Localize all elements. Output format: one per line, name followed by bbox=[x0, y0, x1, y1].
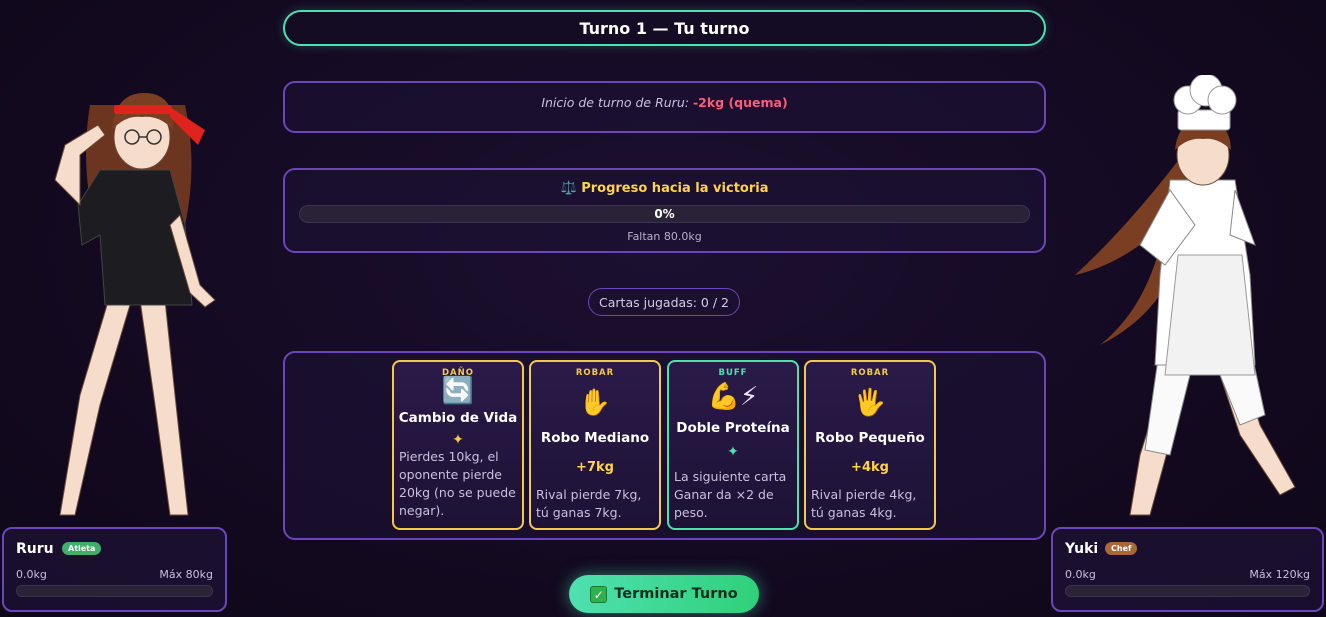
player-weight-bar bbox=[16, 585, 213, 597]
card-amount: +4kg bbox=[851, 460, 889, 475]
flex-bolt-icon: 💪⚡ bbox=[707, 382, 759, 412]
end-turn-label: Terminar Turno bbox=[614, 586, 738, 602]
player-class-badge: Atleta bbox=[62, 542, 102, 555]
player-weight: 0.0kg bbox=[1065, 568, 1096, 581]
card-robo-mediano[interactable]: ROBAR ✋ Robo Mediano +7kg Rival pierde 7… bbox=[529, 360, 661, 530]
raised-hand-icon: ✋ bbox=[578, 388, 612, 418]
player-weight-bar bbox=[1065, 585, 1310, 597]
player-max-weight: Máx 120kg bbox=[1249, 568, 1310, 581]
card-robo-pequeno[interactable]: ROBAR 🖐 Robo Pequeño +4kg Rival pierde 4… bbox=[804, 360, 936, 530]
card-name: Robo Pequeño bbox=[815, 430, 925, 446]
card-description: Pierdes 10kg, el oponente pierde 20kg (n… bbox=[399, 449, 516, 518]
player-weight: 0.0kg bbox=[16, 568, 47, 581]
victory-progress-title: ⚖️ Progreso hacia la victoria bbox=[560, 181, 769, 196]
card-type-label: ROBAR bbox=[850, 368, 890, 378]
card-description: Rival pierde 7kg, tú ganas 7kg. bbox=[536, 487, 642, 520]
card-description: La siguiente carta Ganar da ×2 de peso. bbox=[674, 469, 787, 520]
victory-progress-panel: ⚖️ Progreso hacia la victoria 0% Faltan … bbox=[283, 168, 1046, 253]
victory-progress-bar: 0% bbox=[299, 205, 1030, 223]
card-description: Rival pierde 4kg, tú ganas 4kg. bbox=[811, 487, 917, 520]
player-max-weight: Máx 80kg bbox=[159, 568, 213, 581]
card-type-label: BUFF bbox=[718, 368, 748, 378]
victory-progress-percent: 0% bbox=[654, 207, 675, 221]
card-type-label: ROBAR bbox=[575, 368, 615, 378]
card-name: Doble Proteína bbox=[676, 420, 790, 436]
turn-log-prefix: Inicio de turno de Ruru: bbox=[541, 95, 689, 110]
turn-log-panel: Inicio de turno de Ruru: -2kg (quema) bbox=[283, 81, 1046, 133]
turn-log-line: Inicio de turno de Ruru: -2kg (quema) bbox=[285, 95, 1044, 110]
card-name: Robo Mediano bbox=[540, 430, 650, 446]
victory-remaining-text: Faltan 80.0kg bbox=[627, 230, 702, 243]
player-name: Ruru bbox=[16, 541, 54, 557]
yuki-character-illustration bbox=[1075, 75, 1296, 516]
end-turn-button[interactable]: ✓ Terminar Turno bbox=[569, 575, 759, 613]
checkmark-icon: ✓ bbox=[590, 585, 608, 603]
player-card-ruru: Ruru Atleta 0.0kg Máx 80kg bbox=[2, 527, 227, 612]
open-hand-icon: 🖐 bbox=[853, 388, 887, 418]
sparkle-icon: ✦ bbox=[452, 432, 464, 448]
cards-played-counter: Cartas jugadas: 0 / 2 bbox=[588, 288, 740, 316]
player-class-badge: Chef bbox=[1105, 542, 1138, 555]
turn-log-effect: -2kg (quema) bbox=[692, 95, 788, 110]
sparkle-icon: ✦ bbox=[727, 444, 739, 460]
ruru-character-illustration bbox=[54, 93, 216, 516]
card-amount: +7kg bbox=[576, 460, 614, 475]
turn-banner: Turno 1 — Tu turno bbox=[283, 10, 1046, 46]
swap-arrows-icon: 🔄 bbox=[441, 376, 475, 406]
card-name: Cambio de Vida bbox=[398, 410, 518, 426]
card-doble-proteina[interactable]: BUFF 💪⚡ Doble Proteína ✦ La siguiente ca… bbox=[667, 360, 799, 530]
player-card-yuki: Yuki Chef 0.0kg Máx 120kg bbox=[1051, 527, 1324, 612]
card-cambio-de-vida[interactable]: DAÑO 🔄 Cambio de Vida ✦ Pierdes 10kg, el… bbox=[392, 360, 524, 530]
player-name: Yuki bbox=[1065, 541, 1099, 557]
